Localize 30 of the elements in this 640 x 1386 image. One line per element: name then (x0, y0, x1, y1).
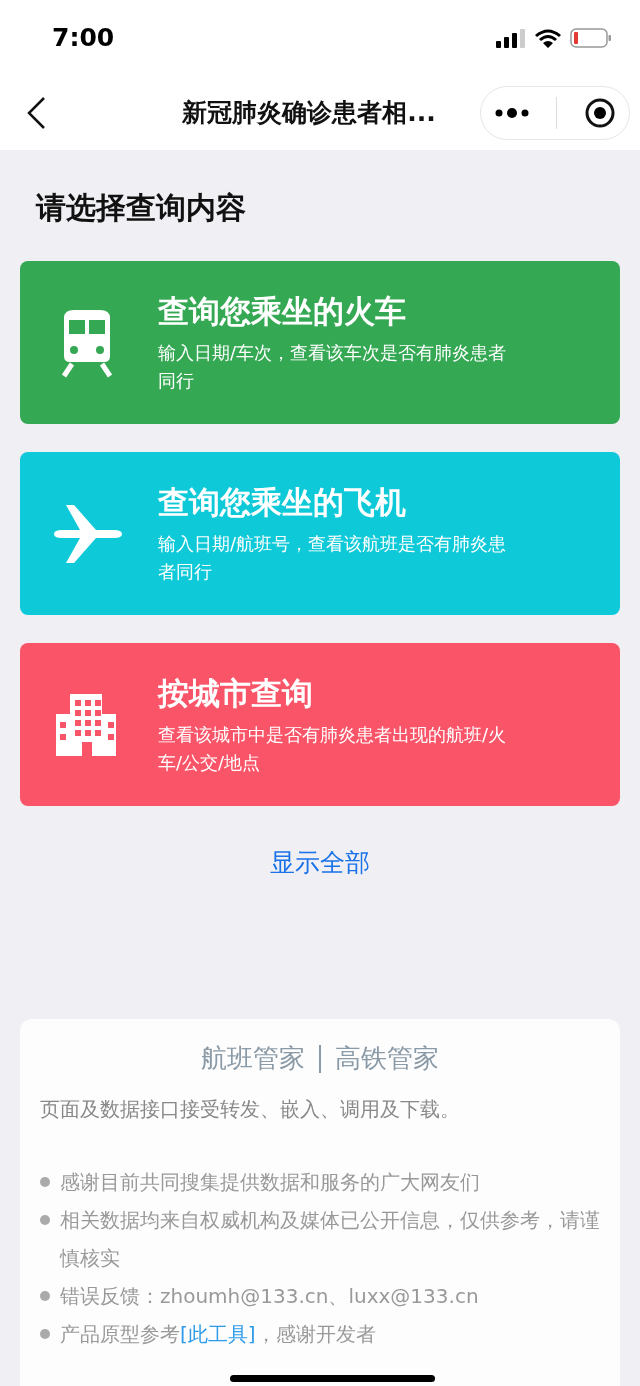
signal-icon (496, 27, 526, 48)
page-title: 新冠肺炎确诊患者相... (181, 97, 437, 129)
brand-name: 高铁管家 (335, 1042, 439, 1075)
show-all-link[interactable]: 显示全部 (270, 846, 370, 879)
bullet-icon (40, 1215, 50, 1225)
bullet-text: 相关数据均来自权威机构及媒体已公开信息，仅供参考，请谨慎核实 (60, 1207, 600, 1272)
card-title: 查询您乘坐的飞机 (158, 482, 407, 522)
tool-link[interactable]: [此工具] (180, 1322, 256, 1346)
bullet-icon (40, 1291, 50, 1301)
more-icon[interactable] (494, 107, 529, 118)
bullet-icon (40, 1177, 50, 1187)
query-card[interactable]: 查询您乘坐的飞机 输入日期/航班号，查看该航班是否有肺炎患者同行 (20, 452, 620, 615)
card-title: 查询您乘坐的火车 (158, 291, 407, 331)
section-heading: 请选择查询内容 (36, 189, 247, 227)
bullet-text: 产品原型参考[此工具]，感谢开发者 (60, 1321, 376, 1348)
query-card[interactable]: 查询您乘坐的火车 输入日期/车次，查看该车次是否有肺炎患者同行 (20, 261, 620, 424)
bullet-text: 错误反馈：zhoumh@133.cn、luxx@133.cn (60, 1283, 479, 1310)
bullet-icon (40, 1329, 50, 1339)
wifi-icon (534, 27, 562, 48)
status-time: 7:00 (52, 23, 115, 52)
card-subtitle: 输入日期/航班号，查看该航班是否有肺炎患者同行 (158, 531, 508, 584)
card-subtitle: 查看该城市中是否有肺炎患者出现的航班/火车/公交/地点 (158, 722, 508, 775)
card-subtitle: 输入日期/车次，查看该车次是否有肺炎患者同行 (158, 340, 508, 393)
card-title: 按城市查询 (158, 673, 314, 713)
intro-text: 页面及数据接口接受转发、嵌入、调用及下载。 (40, 1096, 461, 1123)
battery-icon (570, 27, 612, 48)
bullet-text: 感谢目前共同搜集提供数据和服务的广大网友们 (60, 1169, 480, 1196)
query-card[interactable]: 按城市查询 查看该城市中是否有肺炎患者出现的航班/火车/公交/地点 (20, 643, 620, 806)
brand-name: 航班管家 (201, 1042, 305, 1075)
close-icon[interactable] (583, 96, 616, 129)
